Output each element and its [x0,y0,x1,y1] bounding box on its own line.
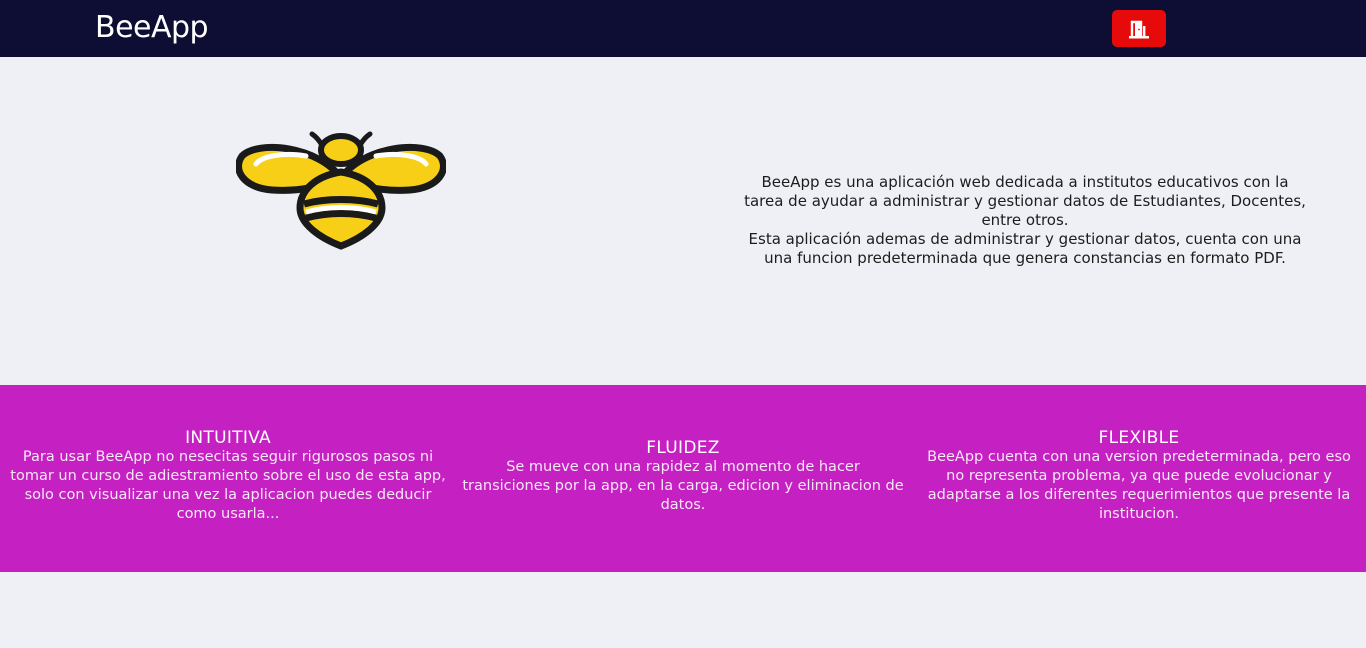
app-description: BeeApp es una aplicación web dedicada a … [740,173,1310,268]
top-navbar: BeeApp [0,0,1366,57]
feature-title: FLEXIBLE [1098,428,1180,448]
door-exit-icon [1129,20,1149,38]
feature-flexible: FLEXIBLE BeeApp cuenta con una version p… [918,428,1360,524]
bee-icon [236,131,446,250]
feature-title: FLUIDEZ [646,438,720,458]
feature-title: INTUITIVA [185,428,271,448]
feature-text: BeeApp cuenta con una version predetermi… [927,449,1351,522]
feature-intuitiva: INTUITIVA Para usar BeeApp no nesecitas … [10,428,446,524]
feature-text: Para usar BeeApp no nesecitas seguir rig… [10,449,446,522]
logout-button[interactable] [1112,10,1166,47]
hero-section: BeeApp es una aplicación web dedicada a … [0,57,1366,385]
description-paragraph-2: Esta aplicación ademas de administrar y … [748,230,1302,267]
feature-fluidez: FLUIDEZ Se mueve con una rapidez al mome… [462,438,904,515]
feature-text: Se mueve con una rapidez al momento de h… [462,459,904,513]
description-paragraph-1: BeeApp es una aplicación web dedicada a … [744,173,1306,229]
brand-logo[interactable]: BeeApp [95,10,209,45]
features-section: INTUITIVA Para usar BeeApp no nesecitas … [0,385,1366,572]
